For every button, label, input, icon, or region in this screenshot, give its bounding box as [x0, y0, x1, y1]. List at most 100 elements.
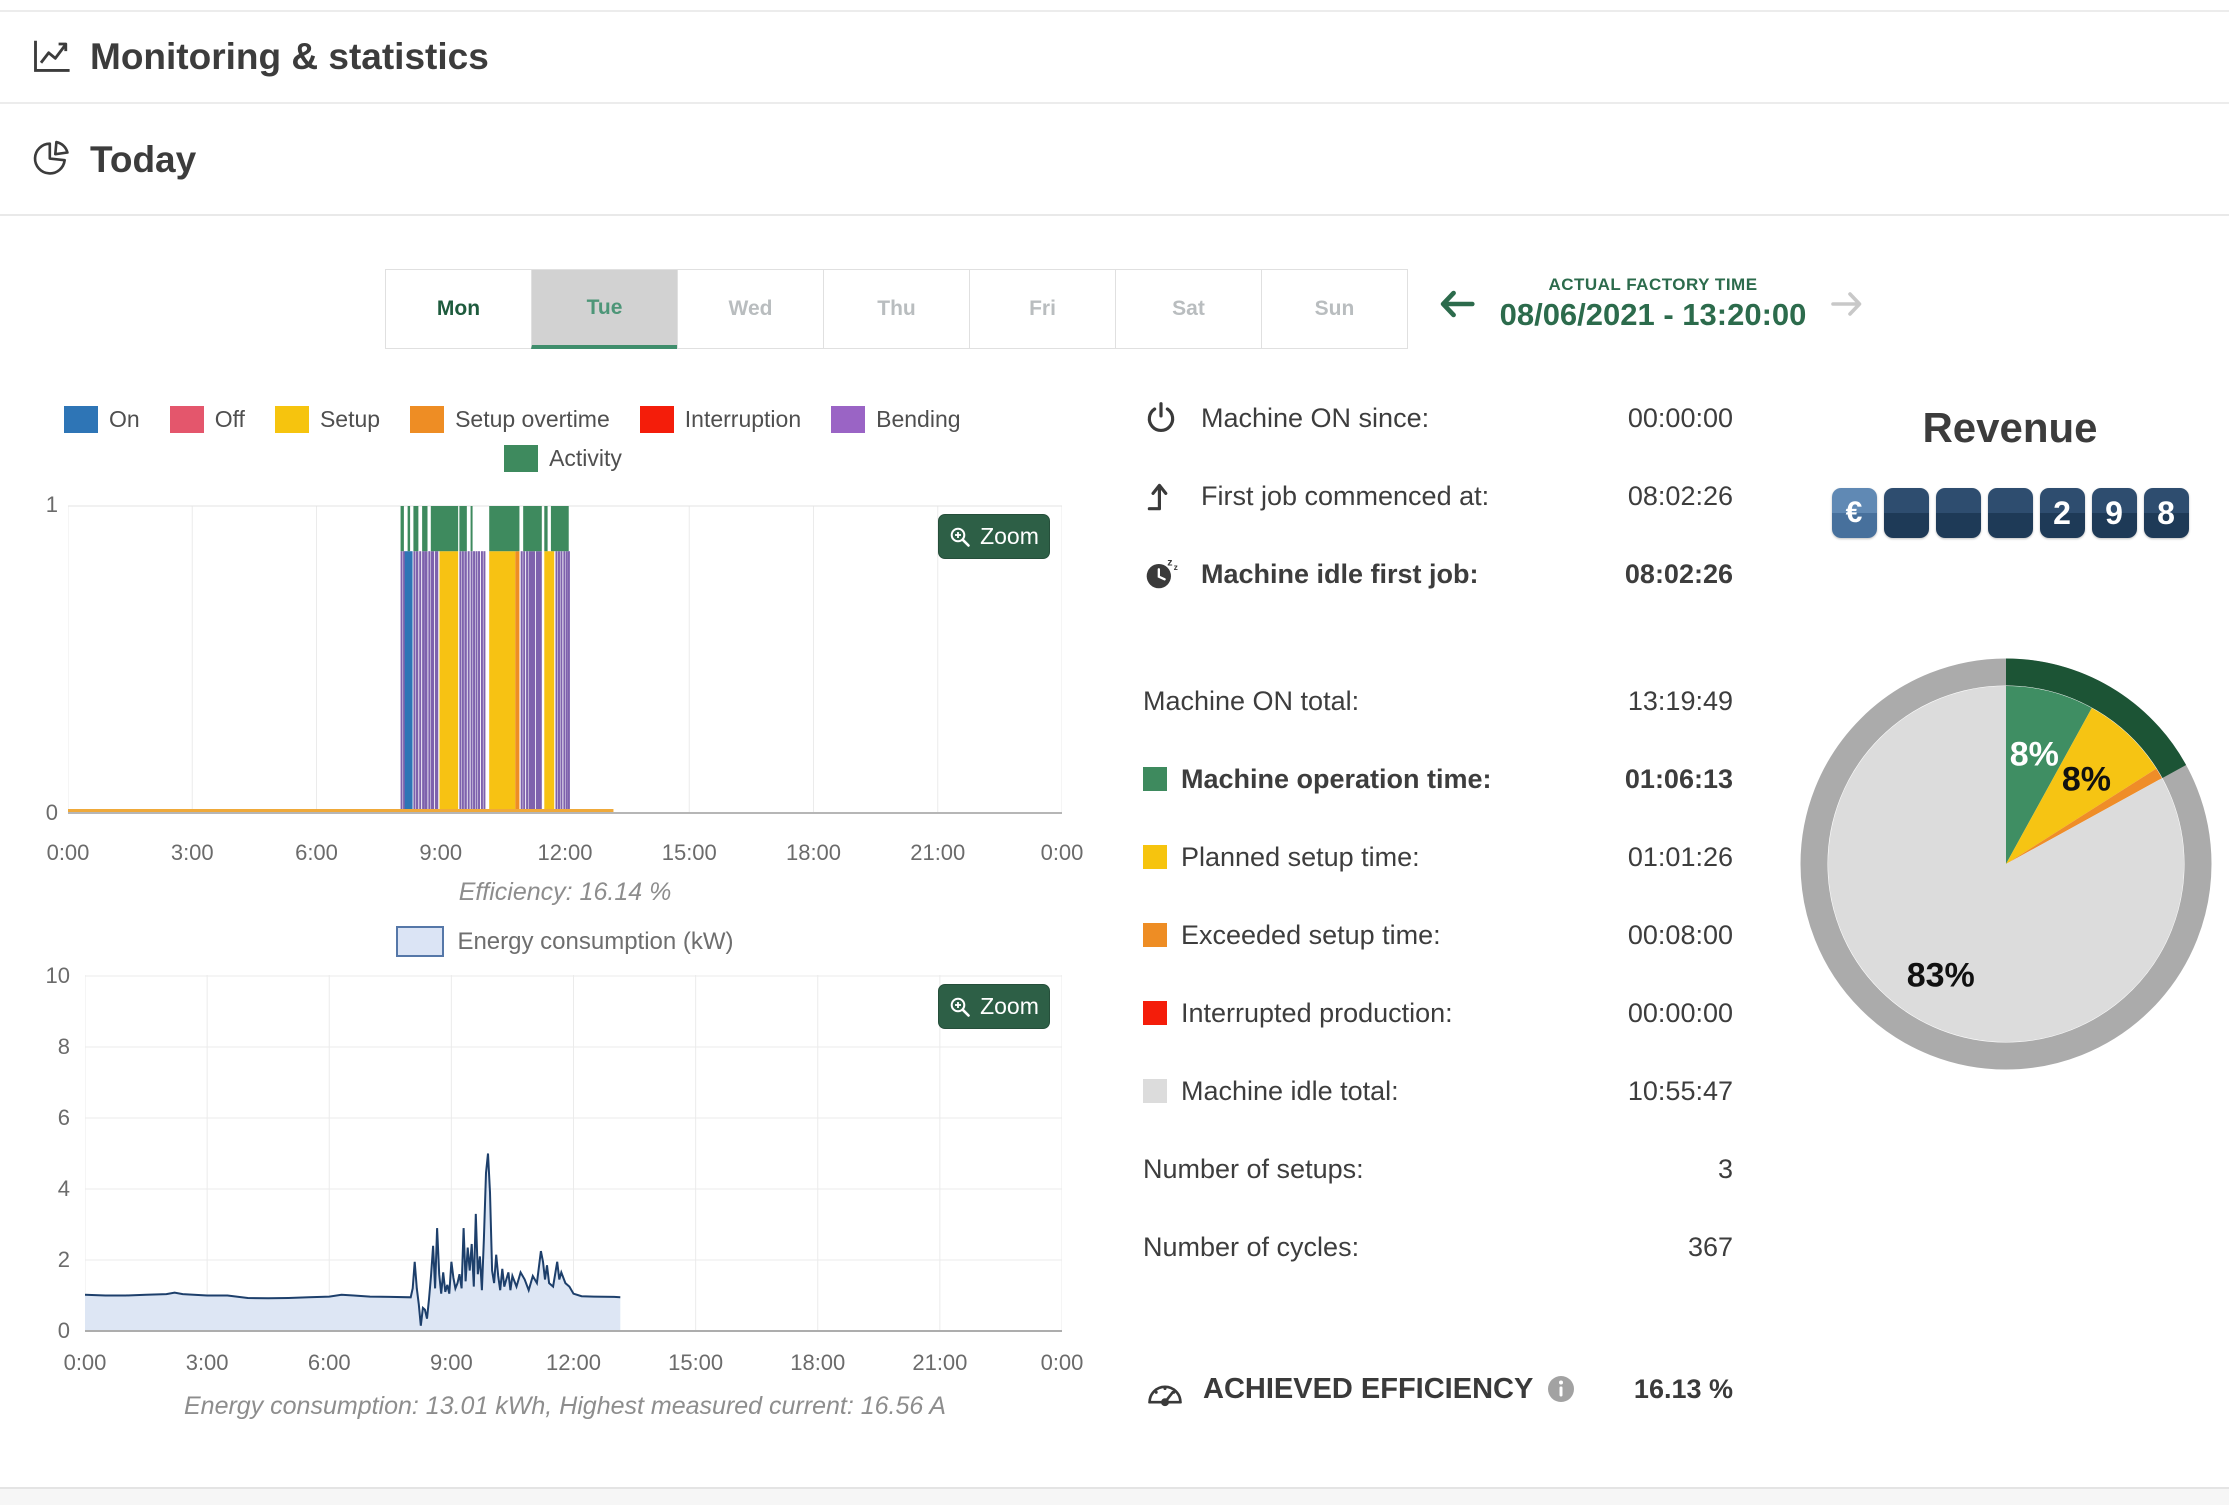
stat-label: Planned setup time: [1181, 841, 1420, 872]
dashboard-page: Monitoring & statistics Today Mon Tue Wed T… [0, 0, 2229, 1505]
energy-zoom-button[interactable]: Zoom [938, 984, 1050, 1029]
previous-day-arrow-icon[interactable] [1436, 284, 1480, 324]
legend-label: Setup overtime [455, 406, 610, 432]
power-icon [1143, 400, 1187, 436]
timeline-y-axis: 10 [28, 492, 58, 825]
stat-row: Machine ON since: 00:00:00 [1143, 392, 1733, 444]
stat-label: Machine operation time: [1181, 763, 1492, 794]
timeline-legend-row1: On Off Setup Setup overtime Interruption Bend… [64, 406, 1062, 433]
svg-text:8%: 8% [2062, 760, 2111, 798]
stat-row: Machine idle total: 10:55:47 [1143, 1065, 1733, 1117]
legend-swatch [504, 445, 539, 472]
tab-sat[interactable]: Sat [1115, 269, 1262, 349]
stat-label: Machine ON total: [1143, 685, 1360, 716]
legend-swatch [169, 406, 204, 433]
revenue-digit-tile: 8 [2143, 488, 2189, 538]
x-tick-label: 12:00 [537, 840, 593, 865]
tab-thu[interactable]: Thu [823, 269, 970, 349]
revenue-tiles: €2 9 8 [1790, 488, 2229, 538]
stat-value: 00:00:00 [1627, 402, 1733, 433]
revenue-blank-tile [1935, 488, 1981, 538]
next-day-arrow-icon[interactable] [1826, 286, 1866, 322]
tab-mon[interactable]: Mon [385, 269, 532, 349]
legend-item-on: On [64, 406, 140, 433]
stat-value: 01:06:13 [1624, 763, 1733, 794]
y-tick-label: 0 [45, 800, 58, 825]
legend-item-setup-overtime: Setup overtime [410, 406, 610, 433]
legend-item-setup: Setup [274, 406, 381, 433]
svg-text:83%: 83% [1907, 956, 1975, 994]
magnifier-plus-icon [950, 527, 970, 547]
bottom-divider [0, 1487, 2229, 1505]
timeline-zoom-button[interactable]: Zoom [938, 514, 1050, 559]
stat-row: Number of setups: 3 [1143, 1143, 1733, 1195]
revenue-blank-tile [1883, 488, 1929, 538]
stat-row: Number of cycles: 367 [1143, 1221, 1733, 1273]
info-icon[interactable] [1547, 1375, 1575, 1403]
machine-state-timeline-chart [67, 505, 1063, 820]
energy-legend-label: Energy consumption (kW) [457, 927, 734, 955]
legend-label: On [109, 406, 140, 432]
factory-time-block: ACTUAL FACTORY TIME 08/06/2021 - 13:20:0… [1436, 275, 1866, 333]
legend-item-off: Off [169, 406, 245, 433]
svg-text:z: z [1167, 557, 1172, 569]
stat-label: Number of setups: [1143, 1153, 1364, 1184]
tab-sun[interactable]: Sun [1261, 269, 1408, 349]
legend-item-interruption: Interruption [639, 406, 801, 433]
stat-label: Machine idle total: [1181, 1075, 1399, 1106]
x-tick-label: 0:00 [63, 1350, 107, 1375]
stat-label: Interrupted production: [1181, 997, 1453, 1028]
tab-wed[interactable]: Wed [677, 269, 824, 349]
factory-time-value: 08/06/2021 - 13:20:00 [1499, 297, 1807, 332]
legend-label: Off [214, 406, 245, 432]
stat-value: 367 [1687, 1231, 1733, 1262]
tab-tue[interactable]: Tue [531, 269, 678, 349]
y-tick-label: 6 [57, 1105, 70, 1130]
timeline-x-labels: 0:00 3:00 6:00 9:00 12:00 15:00 18:00 21:00 0:00 [47, 840, 1084, 866]
line-chart-icon [30, 33, 74, 82]
revenue-title: Revenue [1922, 404, 2098, 451]
achieved-efficiency-label: ACHIEVED EFFICIENCY [1203, 1372, 1534, 1405]
legend-label: Setup [319, 406, 381, 432]
legend-swatch [64, 406, 98, 433]
energy-consumption-chart [84, 975, 1063, 1332]
x-tick-label: 9:00 [419, 840, 463, 865]
svg-text:z: z [1174, 562, 1178, 572]
y-tick-label: 10 [45, 963, 70, 988]
stat-row: z z Machine idle first job: 08:02:26 [1143, 548, 1733, 600]
stat-row: Interrupted production: 00:00:00 [1143, 987, 1733, 1039]
stat-label: Exceeded setup time: [1181, 919, 1441, 950]
legend-item-bending: Bending [831, 406, 961, 433]
x-tick-label: 18:00 [790, 1350, 846, 1375]
idle-clock-icon: zz [1143, 556, 1187, 592]
x-tick-label: 6:00 [295, 840, 338, 865]
stats-panel: Machine ON since: 00:00:00 First job comme… [1143, 392, 1733, 1299]
x-tick-label: 0:00 [1040, 840, 1084, 865]
stat-swatch [1143, 923, 1167, 947]
stat-value: 00:00:00 [1627, 997, 1733, 1028]
time-distribution-pie: 8% 8% 83% [1788, 646, 2224, 1082]
revenue-blank-tile [1987, 488, 2033, 538]
y-tick-label: 4 [57, 1176, 70, 1201]
stat-value: 08:02:26 [1624, 558, 1733, 589]
stat-row: Machine operation time: 01:06:13 [1143, 753, 1733, 805]
x-tick-label: 21:00 [912, 1350, 968, 1375]
x-tick-label: 0:00 [1040, 1350, 1084, 1375]
day-tabs: Mon Tue Wed Thu Fri Sat Sun [385, 269, 1408, 349]
x-tick-label: 3:00 [185, 1350, 229, 1375]
svg-text:8%: 8% [2010, 736, 2059, 774]
stat-label: Number of cycles: [1143, 1231, 1360, 1262]
factory-time-label: ACTUAL FACTORY TIME [1548, 275, 1758, 294]
energy-caption: Energy consumption: 13.01 kWh, Highest m… [184, 1392, 946, 1420]
x-tick-label: 12:00 [545, 1350, 602, 1375]
section-title: Today [90, 139, 197, 180]
energy-legend: Energy consumption (kW) [68, 926, 1062, 957]
tab-fri[interactable]: Fri [969, 269, 1116, 349]
y-tick-label: 1 [45, 492, 58, 517]
legend-label: Bending [876, 406, 961, 432]
revenue-panel: Revenue €2 9 8 [1790, 404, 2229, 538]
page-title: Monitoring & statistics [90, 36, 489, 77]
efficiency-caption: Efficiency: 16.14 % [458, 878, 672, 906]
achieved-efficiency-value: 16.13 % [1633, 1373, 1733, 1404]
legend-swatch [831, 406, 866, 433]
